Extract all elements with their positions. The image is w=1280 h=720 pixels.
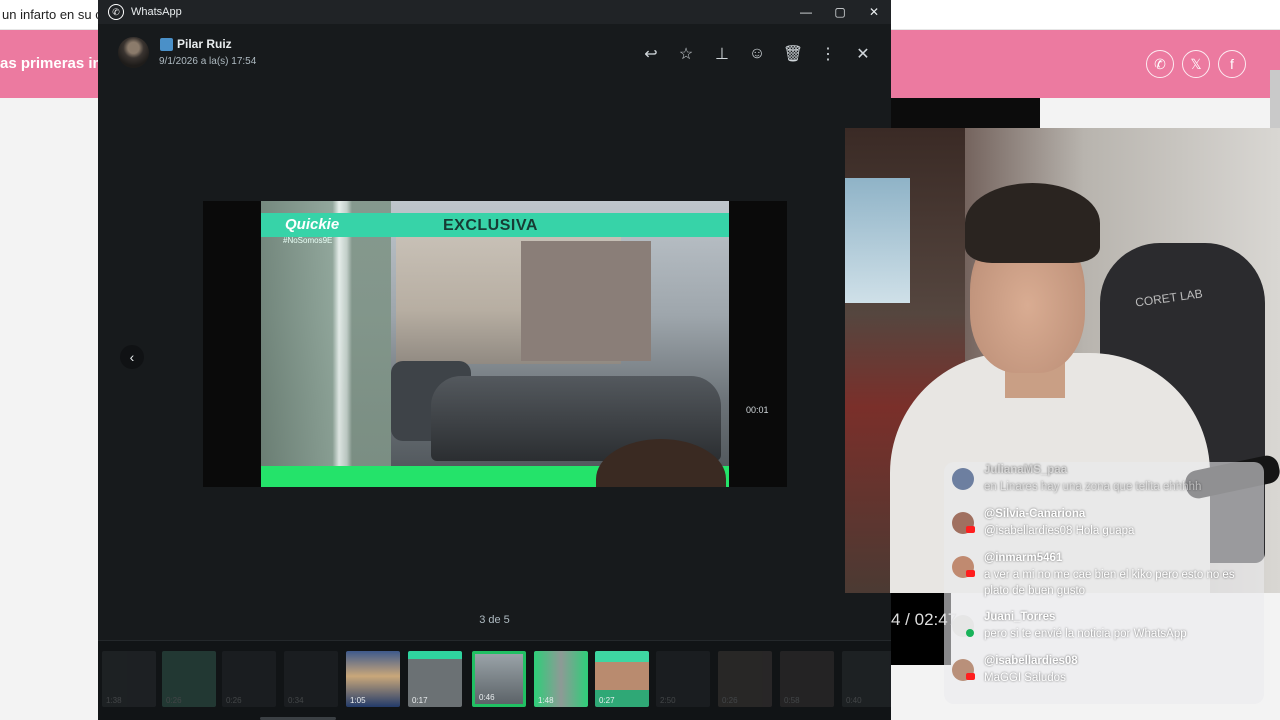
video-frame[interactable]: Quickie #NoSomos9E EXCLUSIVA — [261, 201, 729, 487]
close-window-button[interactable]: ✕ — [860, 2, 888, 22]
window-title: WhatsApp — [131, 6, 182, 18]
x-share-icon[interactable]: 𝕏 — [1182, 50, 1210, 78]
youtube-icon — [966, 570, 975, 577]
webcam-monitor — [845, 178, 910, 303]
video-banner-text: EXCLUSIVA — [443, 217, 538, 234]
thumbnail-current[interactable]: 0:46 — [472, 651, 526, 707]
media-counter: 3 de 5 — [479, 614, 510, 626]
chat-username: Juani_Torres — [984, 611, 1056, 623]
thumbnail-duration: 0:17 — [412, 696, 428, 705]
thumbnail-duration: 1:48 — [538, 696, 554, 705]
chat-text: a ver a mi no me cae bien el kiko pero e… — [984, 569, 1235, 597]
thumbnail-duration: 0:26 — [166, 696, 182, 705]
chat-username: @isabellardies08 — [984, 655, 1078, 667]
video-brand: Quickie — [285, 216, 340, 233]
video-scene-building-2 — [521, 241, 651, 361]
background-band-text: as primeras im — [0, 55, 106, 72]
window-titlebar[interactable]: ✆ WhatsApp — ▢ ✕ — [98, 0, 891, 24]
youtube-icon — [966, 673, 975, 680]
thumbnail[interactable]: 0:58 — [780, 651, 834, 707]
chat-text: MaGGI Saludos — [984, 672, 1066, 684]
thumbnail-duration: 0:26 — [226, 696, 242, 705]
thumbnail[interactable]: 0:26 — [162, 651, 216, 707]
thumbnail-duration: 1:38 — [106, 696, 122, 705]
chat-text: en Linares hay una zona que telita ehhhh… — [984, 481, 1202, 493]
chat-text: @isabellardies08 Hola guapa — [984, 525, 1135, 537]
whatsapp-logo-icon: ✆ — [108, 4, 124, 20]
chat-username: JulianaMS_paa — [984, 464, 1068, 476]
chat-username: @Silvia-Canariona — [984, 508, 1086, 520]
reply-icon[interactable]: ↩ — [639, 42, 663, 66]
chat-avatar — [952, 468, 974, 490]
thumbnail[interactable]: 1:05 — [346, 651, 400, 707]
background-video-strip — [890, 98, 1040, 128]
pin-icon[interactable]: ⊥ — [710, 42, 734, 66]
sender-name: Pilar Ruiz — [177, 37, 232, 51]
video-player[interactable]: Quickie #NoSomos9E EXCLUSIVA 00:01 — [203, 201, 787, 487]
more-menu-icon[interactable]: ⋮ — [816, 42, 840, 66]
thumbnail[interactable]: 1:38 — [102, 651, 156, 707]
stream-chat-overlay: JulianaMS_paa en Linares hay una zona qu… — [944, 462, 1264, 704]
video-duration: 00:01 — [746, 405, 769, 415]
media-viewer-header: Pilar Ruiz 9/1/2026 a la(s) 17:54 ↩ ☆ ⊥ … — [98, 24, 891, 84]
minimize-button[interactable]: — — [792, 2, 820, 22]
thumbnail-strip: 1:38 0:26 0:26 0:34 1:05 0:17 0:46 1:48 … — [98, 640, 891, 720]
sender-avatar[interactable] — [118, 37, 149, 68]
delete-icon[interactable]: 🗑 — [781, 42, 805, 66]
message-timestamp: 9/1/2026 a la(s) 17:54 — [159, 56, 257, 67]
thumbnail[interactable]: 0:26 — [718, 651, 772, 707]
thumbnail-duration: 0:40 — [846, 696, 862, 705]
sender-badge-icon — [160, 37, 173, 51]
maximize-button[interactable]: ▢ — [826, 2, 854, 22]
thumbnail-duration: 2:50 — [660, 696, 676, 705]
thumbnail[interactable]: 0:27 — [595, 651, 649, 707]
thumbnail[interactable]: 0:40 — [842, 651, 891, 707]
background-headline[interactable]: un infarto en su ca — [2, 7, 109, 22]
thumbnail[interactable]: 1:48 — [534, 651, 588, 707]
thumbnail[interactable]: 0:26 — [222, 651, 276, 707]
page-scrollbar[interactable] — [1270, 70, 1280, 130]
thumbnail-duration: 0:46 — [479, 693, 495, 702]
thumbnail-duration: 0:27 — [599, 696, 615, 705]
thumbnail-duration: 1:05 — [350, 696, 366, 705]
thumbnail-duration: 0:34 — [288, 696, 304, 705]
twitch-icon — [966, 629, 974, 637]
video-hashtag: #NoSomos9E — [283, 236, 333, 245]
whatsapp-window: ✆ WhatsApp — ▢ ✕ Pilar Ruiz 9/1/2026 a l… — [98, 0, 891, 720]
streamer-hair — [965, 183, 1100, 263]
youtube-icon — [966, 526, 975, 533]
thumbnail-duration: 0:26 — [722, 696, 738, 705]
star-icon[interactable]: ☆ — [674, 42, 698, 66]
thumbnail[interactable]: 0:17 — [408, 651, 462, 707]
previous-media-button[interactable]: ‹ — [120, 345, 144, 369]
chat-username: @inmarm5461 — [984, 552, 1063, 564]
emoji-reaction-icon[interactable]: ☺ — [745, 42, 769, 66]
sender-info: Pilar Ruiz — [160, 37, 232, 51]
thumbnail[interactable]: 0:34 — [284, 651, 338, 707]
facebook-share-icon[interactable]: f — [1218, 50, 1246, 78]
chat-text: pero si te envié la noticia por WhatsApp — [984, 628, 1187, 640]
thumbnail[interactable]: 2:50 — [656, 651, 710, 707]
whatsapp-share-icon[interactable]: ✆ — [1146, 50, 1174, 78]
thumbnail-duration: 0:58 — [784, 696, 800, 705]
close-viewer-icon[interactable]: ✕ — [851, 42, 875, 66]
